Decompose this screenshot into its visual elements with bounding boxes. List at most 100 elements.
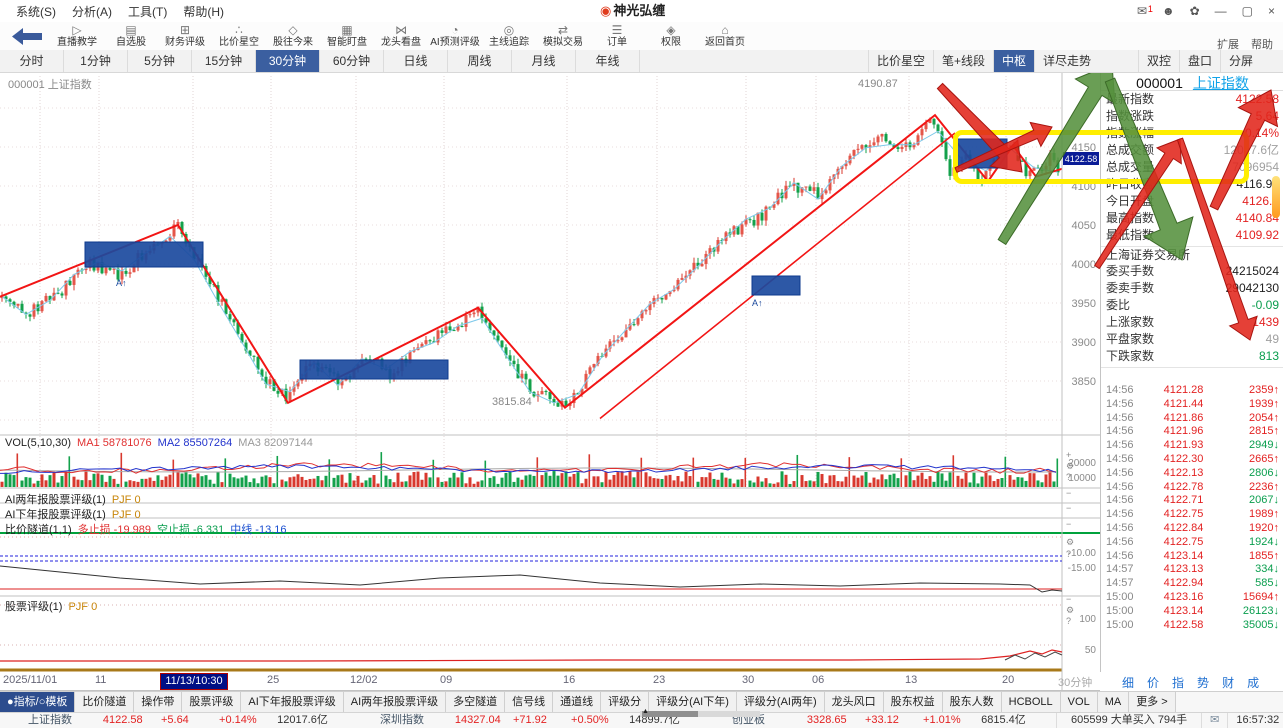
svg-text:−: − bbox=[1066, 488, 1071, 498]
scrollbar-thumb[interactable] bbox=[642, 711, 698, 717]
tick-row[interactable]: 14:57 4123.13 334↓ bbox=[1101, 563, 1283, 577]
skin-icon[interactable]: ✿ bbox=[1190, 0, 1200, 22]
tick-row[interactable]: 14:56 4122.71 2067↓ bbox=[1101, 494, 1283, 508]
toolbar-item[interactable]: ▤ 自选股 bbox=[104, 23, 158, 49]
tick-row[interactable]: 14:56 4122.78 2236↑ bbox=[1101, 481, 1283, 495]
view-tab[interactable]: 详尽走势 bbox=[1034, 50, 1099, 72]
toolbar-item[interactable]: ⌂ 返回首页 bbox=[698, 23, 752, 49]
menu-item[interactable]: 工具(T) bbox=[128, 3, 167, 20]
date-axis: 2025/11/01112512/0209162330061320 11/13/… bbox=[0, 672, 1100, 690]
period-tab[interactable]: 年线 bbox=[576, 50, 640, 72]
toolbar-item[interactable]: ▷ 直播教学 bbox=[50, 23, 104, 49]
view-tab[interactable]: 比价星空 bbox=[868, 50, 933, 72]
indicator-tab[interactable]: 评级分(AI两年) bbox=[737, 692, 825, 713]
quote-panel-tab[interactable]: 成 bbox=[1247, 674, 1259, 691]
tick-row[interactable]: 14:56 4123.14 1855↑ bbox=[1101, 550, 1283, 564]
tick-row[interactable]: 15:00 4123.14 26123↓ bbox=[1101, 605, 1283, 619]
tick-row[interactable]: 14:56 4122.75 1989↑ bbox=[1101, 508, 1283, 522]
toolbar-item-icon: ⋈ bbox=[374, 23, 428, 37]
indicator-tab[interactable]: AI下年报股票评级 bbox=[241, 692, 343, 713]
toolbar-item[interactable]: ◇ 股往今来 bbox=[266, 23, 320, 49]
quote-row: 委比 -0.09 bbox=[1101, 297, 1283, 314]
tabbar-scrollbar[interactable]: ▲ bbox=[640, 711, 760, 717]
tick-row[interactable]: 14:57 4122.94 585↓ bbox=[1101, 577, 1283, 591]
indicator-tab[interactable]: 龙头风口 bbox=[825, 692, 884, 713]
quote-panel-tab[interactable]: 指 bbox=[1172, 674, 1184, 691]
indicator-tab[interactable]: 信号线 bbox=[505, 692, 553, 713]
indicator-tab[interactable]: ●指标/○模板 bbox=[0, 692, 75, 713]
view-tab[interactable]: 分屏 bbox=[1220, 50, 1261, 72]
view-tab[interactable]: 盘口 bbox=[1179, 50, 1220, 72]
view-tab[interactable]: 中枢 bbox=[993, 50, 1034, 72]
indicator-tab[interactable]: 多空隧道 bbox=[446, 692, 505, 713]
period-tab[interactable]: 月线 bbox=[512, 50, 576, 72]
tick-row[interactable]: 14:56 4121.28 2359↑ bbox=[1101, 384, 1283, 398]
period-tab[interactable]: 分时 bbox=[0, 50, 64, 72]
indicator-tab[interactable]: VOL bbox=[1061, 692, 1098, 713]
indicator-tab[interactable]: HCBOLL bbox=[1002, 692, 1061, 713]
tick-row[interactable]: 14:56 4122.13 2806↓ bbox=[1101, 467, 1283, 481]
ai1-pane-header: AI下年报股票评级(1)PJF 0 bbox=[5, 506, 147, 522]
tick-row[interactable]: 14:56 4121.93 2949↓ bbox=[1101, 439, 1283, 453]
toolbar-item[interactable]: ⋈ 龙头看盘 bbox=[374, 23, 428, 49]
toolbar-item[interactable]: ◈ 权限 bbox=[644, 23, 698, 49]
restore-button[interactable]: ▢ bbox=[1242, 0, 1253, 22]
menu-item[interactable]: 分析(A) bbox=[72, 3, 112, 20]
indicator-tab[interactable]: 评级分(AI下年) bbox=[649, 692, 737, 713]
quote-header[interactable]: 000001上证指数 bbox=[1101, 72, 1283, 91]
symbol-name[interactable]: 上证指数 bbox=[1193, 75, 1249, 91]
tick-row[interactable]: 15:00 4122.58 35005↓ bbox=[1101, 619, 1283, 633]
indicator-tab[interactable]: 股票评级 bbox=[182, 692, 241, 713]
svg-text:4000: 4000 bbox=[1072, 259, 1096, 271]
index-quote[interactable]: 上证指数 4122.58 +5.64 +0.14% 12017.6亿 bbox=[0, 713, 352, 728]
message-icon[interactable]: ✉1 bbox=[1137, 0, 1147, 22]
price-chart-canvas[interactable]: A↑A↑415041004050400039503900385020000100… bbox=[0, 0, 1283, 728]
quote-panel-tab[interactable]: 财 bbox=[1222, 674, 1234, 691]
indicator-tab[interactable]: 股东权益 bbox=[884, 692, 943, 713]
quote-panel-tab[interactable]: 势 bbox=[1197, 674, 1209, 691]
toolbar-item-label: 权限 bbox=[644, 37, 698, 49]
period-tab[interactable]: 周线 bbox=[448, 50, 512, 72]
toolbar-item[interactable]: ∴ 比价星空 bbox=[212, 23, 266, 49]
indicator-tab[interactable]: 股东人数 bbox=[943, 692, 1002, 713]
tick-row[interactable]: 15:00 4123.16 15694↑ bbox=[1101, 591, 1283, 605]
indicator-tab[interactable]: 比价隧道 bbox=[75, 692, 134, 713]
tick-row[interactable]: 14:56 4122.30 2665↑ bbox=[1101, 453, 1283, 467]
indicator-tab[interactable]: 更多 > bbox=[1129, 692, 1175, 713]
user-icon[interactable]: ☻ bbox=[1162, 0, 1175, 22]
mail-icon[interactable]: ✉ bbox=[1201, 713, 1227, 728]
toolbar-item-label: 自选股 bbox=[104, 37, 158, 49]
quote-panel-tab[interactable]: 价 bbox=[1147, 674, 1159, 691]
period-tab[interactable]: 60分钟 bbox=[320, 50, 384, 72]
view-tab[interactable]: 双控 bbox=[1138, 50, 1179, 72]
period-tab[interactable]: 15分钟 bbox=[192, 50, 256, 72]
minimize-button[interactable]: — bbox=[1215, 0, 1227, 22]
indicator-tab[interactable]: MA bbox=[1098, 692, 1130, 713]
menu-item[interactable]: 帮助(H) bbox=[183, 3, 224, 20]
toolbar-item[interactable]: ◔ AI预测评级 bbox=[428, 23, 482, 49]
back-button[interactable] bbox=[12, 28, 42, 45]
period-tab[interactable]: 5分钟 bbox=[128, 50, 192, 72]
indicator-tab[interactable]: 通道线 bbox=[553, 692, 601, 713]
toolbar-item[interactable]: ⇄ 模拟交易 bbox=[536, 23, 590, 49]
toolbar-item[interactable]: ◎ 主线追踪 bbox=[482, 23, 536, 49]
tick-row[interactable]: 14:56 4121.86 2054↑ bbox=[1101, 412, 1283, 426]
close-button[interactable]: × bbox=[1268, 0, 1275, 22]
toolbar-item[interactable]: ▦ 智能盯盘 bbox=[320, 23, 374, 49]
svg-text:−: − bbox=[1066, 594, 1071, 604]
tick-row[interactable]: 14:56 4121.96 2815↑ bbox=[1101, 425, 1283, 439]
tick-row[interactable]: 14:56 4122.84 1920↑ bbox=[1101, 522, 1283, 536]
toolbar-item-label: 比价星空 bbox=[212, 37, 266, 49]
period-tab[interactable]: 日线 bbox=[384, 50, 448, 72]
tick-row[interactable]: 14:56 4122.75 1924↓ bbox=[1101, 536, 1283, 550]
period-tab[interactable]: 1分钟 bbox=[64, 50, 128, 72]
menu-item[interactable]: 系统(S) bbox=[16, 3, 56, 20]
indicator-tab[interactable]: 操作带 bbox=[134, 692, 182, 713]
quote-panel-tab[interactable]: 细 bbox=[1122, 674, 1134, 691]
indicator-tab[interactable]: AI两年报股票评级 bbox=[344, 692, 446, 713]
tick-row[interactable]: 14:56 4121.44 1939↑ bbox=[1101, 398, 1283, 412]
period-tab[interactable]: 30分钟 bbox=[256, 50, 320, 72]
toolbar-item[interactable]: ☰ 订单 bbox=[590, 23, 644, 49]
toolbar-item[interactable]: ⊞ 财务评级 bbox=[158, 23, 212, 49]
view-tab[interactable]: 笔+线段 bbox=[933, 50, 993, 72]
